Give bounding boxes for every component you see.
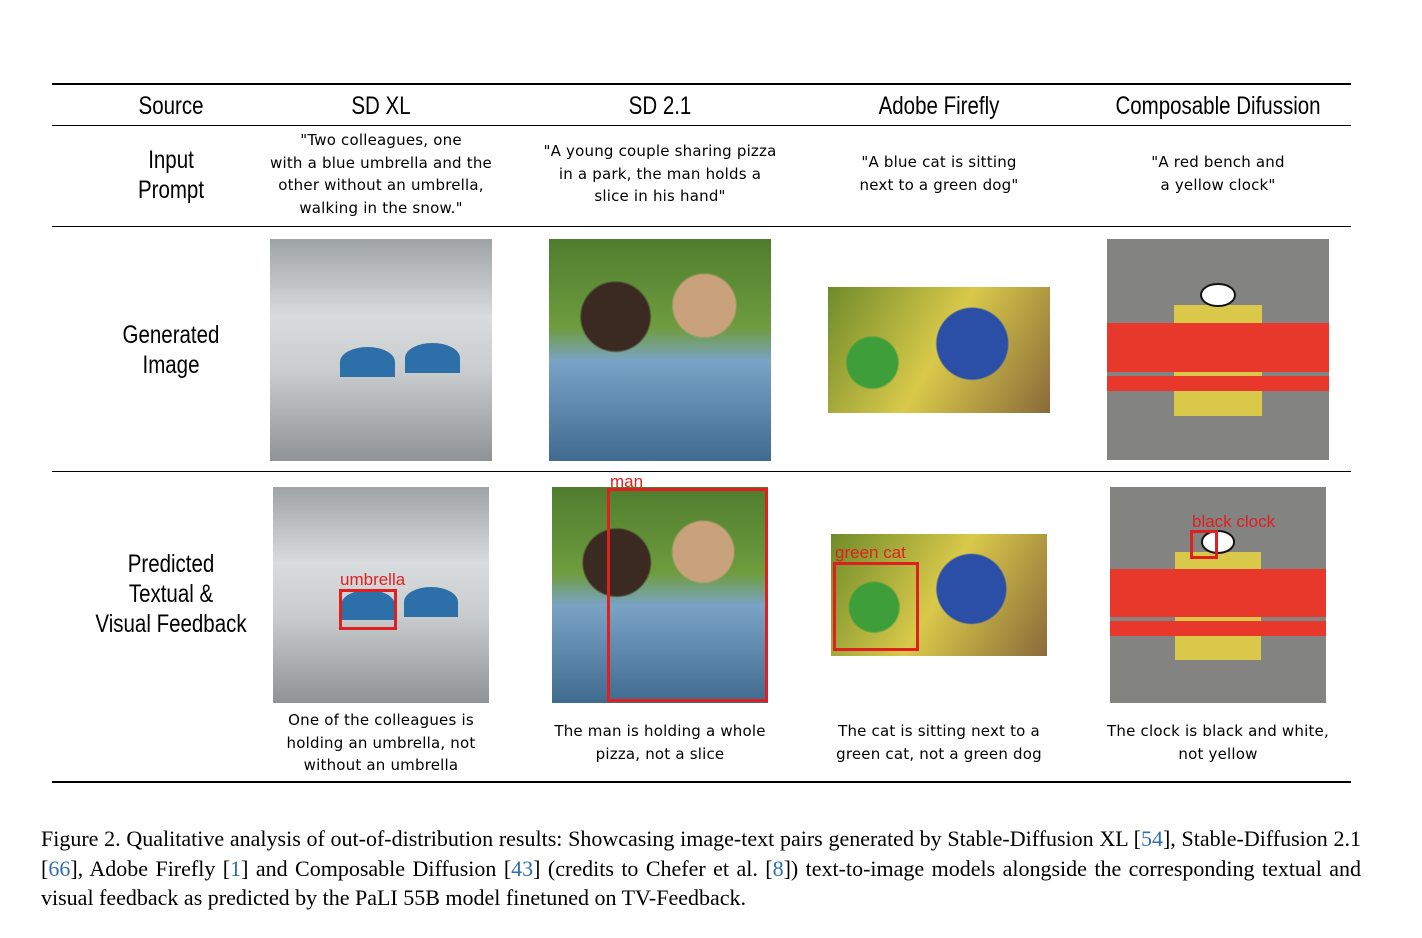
prompt-sdxl: "Two colleagues, one with a blue umbrell… bbox=[241, 129, 521, 219]
prompt-sd21: "A young couple sharing pizza in a park,… bbox=[520, 140, 800, 208]
prompt-line: next to a green dog" bbox=[859, 175, 1019, 194]
prompt-line: in a park, the man holds a bbox=[558, 164, 762, 183]
row-rule-2 bbox=[52, 471, 1351, 472]
umbrella-shape bbox=[340, 347, 395, 377]
bench-seat bbox=[1107, 322, 1329, 372]
feedback-line: The cat is sitting next to a bbox=[838, 722, 1040, 740]
header-sd21: SD 2.1 bbox=[628, 92, 692, 120]
header-sdxl: SD XL bbox=[351, 92, 411, 120]
figure-caption: Figure 2. Qualitative analysis of out-of… bbox=[41, 824, 1361, 913]
header-rule bbox=[52, 125, 1351, 126]
feedback-line: The man is holding a whole bbox=[554, 722, 766, 740]
feedback-sdxl: One of the colleagues is holding an umbr… bbox=[241, 709, 521, 777]
row-rule-1 bbox=[52, 226, 1351, 227]
caption-text: Figure 2. Qualitative analysis of out-of… bbox=[41, 826, 1141, 851]
prompt-line: with a blue umbrella and the bbox=[270, 153, 492, 172]
feedback-line: not yellow bbox=[1178, 744, 1258, 763]
prompt-line: a yellow clock" bbox=[1160, 175, 1276, 194]
prompt-line: "Two colleagues, one bbox=[300, 131, 462, 149]
row-label-line: Image bbox=[142, 351, 200, 379]
generated-image-sdxl bbox=[270, 239, 492, 461]
row-label-line: Predicted bbox=[127, 550, 215, 578]
bbox-label-green-cat: green cat bbox=[835, 543, 906, 562]
prompt-composable: "A red bench and a yellow clock" bbox=[1078, 151, 1358, 196]
feedback-line: holding an umbrella, not bbox=[286, 733, 476, 752]
row-label-feedback: Predicted Textual & Visual Feedback bbox=[48, 549, 294, 639]
bench-seat bbox=[1110, 569, 1326, 617]
feedback-firefly: The cat is sitting next to a green cat, … bbox=[799, 720, 1079, 765]
caption-text: ] (credits to Chefer et al. [ bbox=[533, 855, 773, 881]
top-rule bbox=[52, 83, 1351, 85]
bbox-umbrella bbox=[339, 589, 397, 630]
bottom-rule bbox=[52, 781, 1351, 783]
row-label-line: Generated bbox=[122, 321, 220, 349]
citation-link[interactable]: 54 bbox=[1141, 826, 1163, 851]
prompt-line: other without an umbrella, bbox=[278, 176, 484, 194]
caption-text: ], Adobe Firefly [ bbox=[70, 855, 231, 881]
citation-link[interactable]: 1 bbox=[230, 856, 241, 881]
prompt-line: "A young couple sharing pizza bbox=[543, 142, 777, 160]
feedback-sd21: The man is holding a whole pizza, not a … bbox=[520, 720, 800, 765]
umbrella-shape bbox=[404, 587, 458, 617]
citation-link[interactable]: 43 bbox=[511, 856, 533, 881]
bbox-black-clock bbox=[1190, 530, 1218, 559]
prompt-line: walking in the snow." bbox=[299, 198, 463, 217]
feedback-line: pizza, not a slice bbox=[595, 744, 725, 763]
feedback-line: One of the colleagues is bbox=[288, 711, 474, 729]
prompt-line: "A blue cat is sitting bbox=[861, 153, 1017, 171]
row-label-generated-image: Generated Image bbox=[48, 320, 294, 380]
row-label-line: Textual & bbox=[128, 580, 214, 608]
generated-image-firefly bbox=[828, 287, 1050, 413]
citation-link[interactable]: 8 bbox=[773, 856, 784, 881]
umbrella-shape bbox=[405, 343, 460, 373]
bbox-label-black-clock: black clock bbox=[1192, 512, 1276, 531]
prompt-line: slice in his hand" bbox=[594, 187, 726, 205]
citation-link[interactable]: 66 bbox=[48, 856, 70, 881]
header-firefly: Adobe Firefly bbox=[878, 92, 1000, 120]
bbox-green-cat bbox=[833, 562, 919, 651]
prompt-firefly: "A blue cat is sitting next to a green d… bbox=[799, 151, 1079, 196]
bbox-man bbox=[607, 488, 768, 702]
generated-image-sd21 bbox=[549, 239, 771, 461]
feedback-composable: The clock is black and white, not yellow bbox=[1078, 720, 1358, 765]
feedback-line: The clock is black and white, bbox=[1107, 722, 1329, 740]
bbox-label-man: man bbox=[610, 472, 644, 491]
feedback-line: without an umbrella bbox=[303, 756, 459, 774]
bbox-label-umbrella: umbrella bbox=[340, 570, 406, 589]
clock bbox=[1200, 283, 1236, 308]
generated-image-composable bbox=[1107, 239, 1329, 460]
caption-text: ] and Composable Diffusion [ bbox=[241, 855, 512, 881]
bench-seat bbox=[1110, 620, 1326, 637]
feedback-line: green cat, not a green dog bbox=[836, 744, 1042, 763]
bench-seat bbox=[1107, 376, 1329, 392]
header-composable: Composable Difussion bbox=[1115, 92, 1321, 120]
prompt-line: "A red bench and bbox=[1151, 153, 1285, 171]
row-label-line: Visual Feedback bbox=[95, 610, 247, 638]
